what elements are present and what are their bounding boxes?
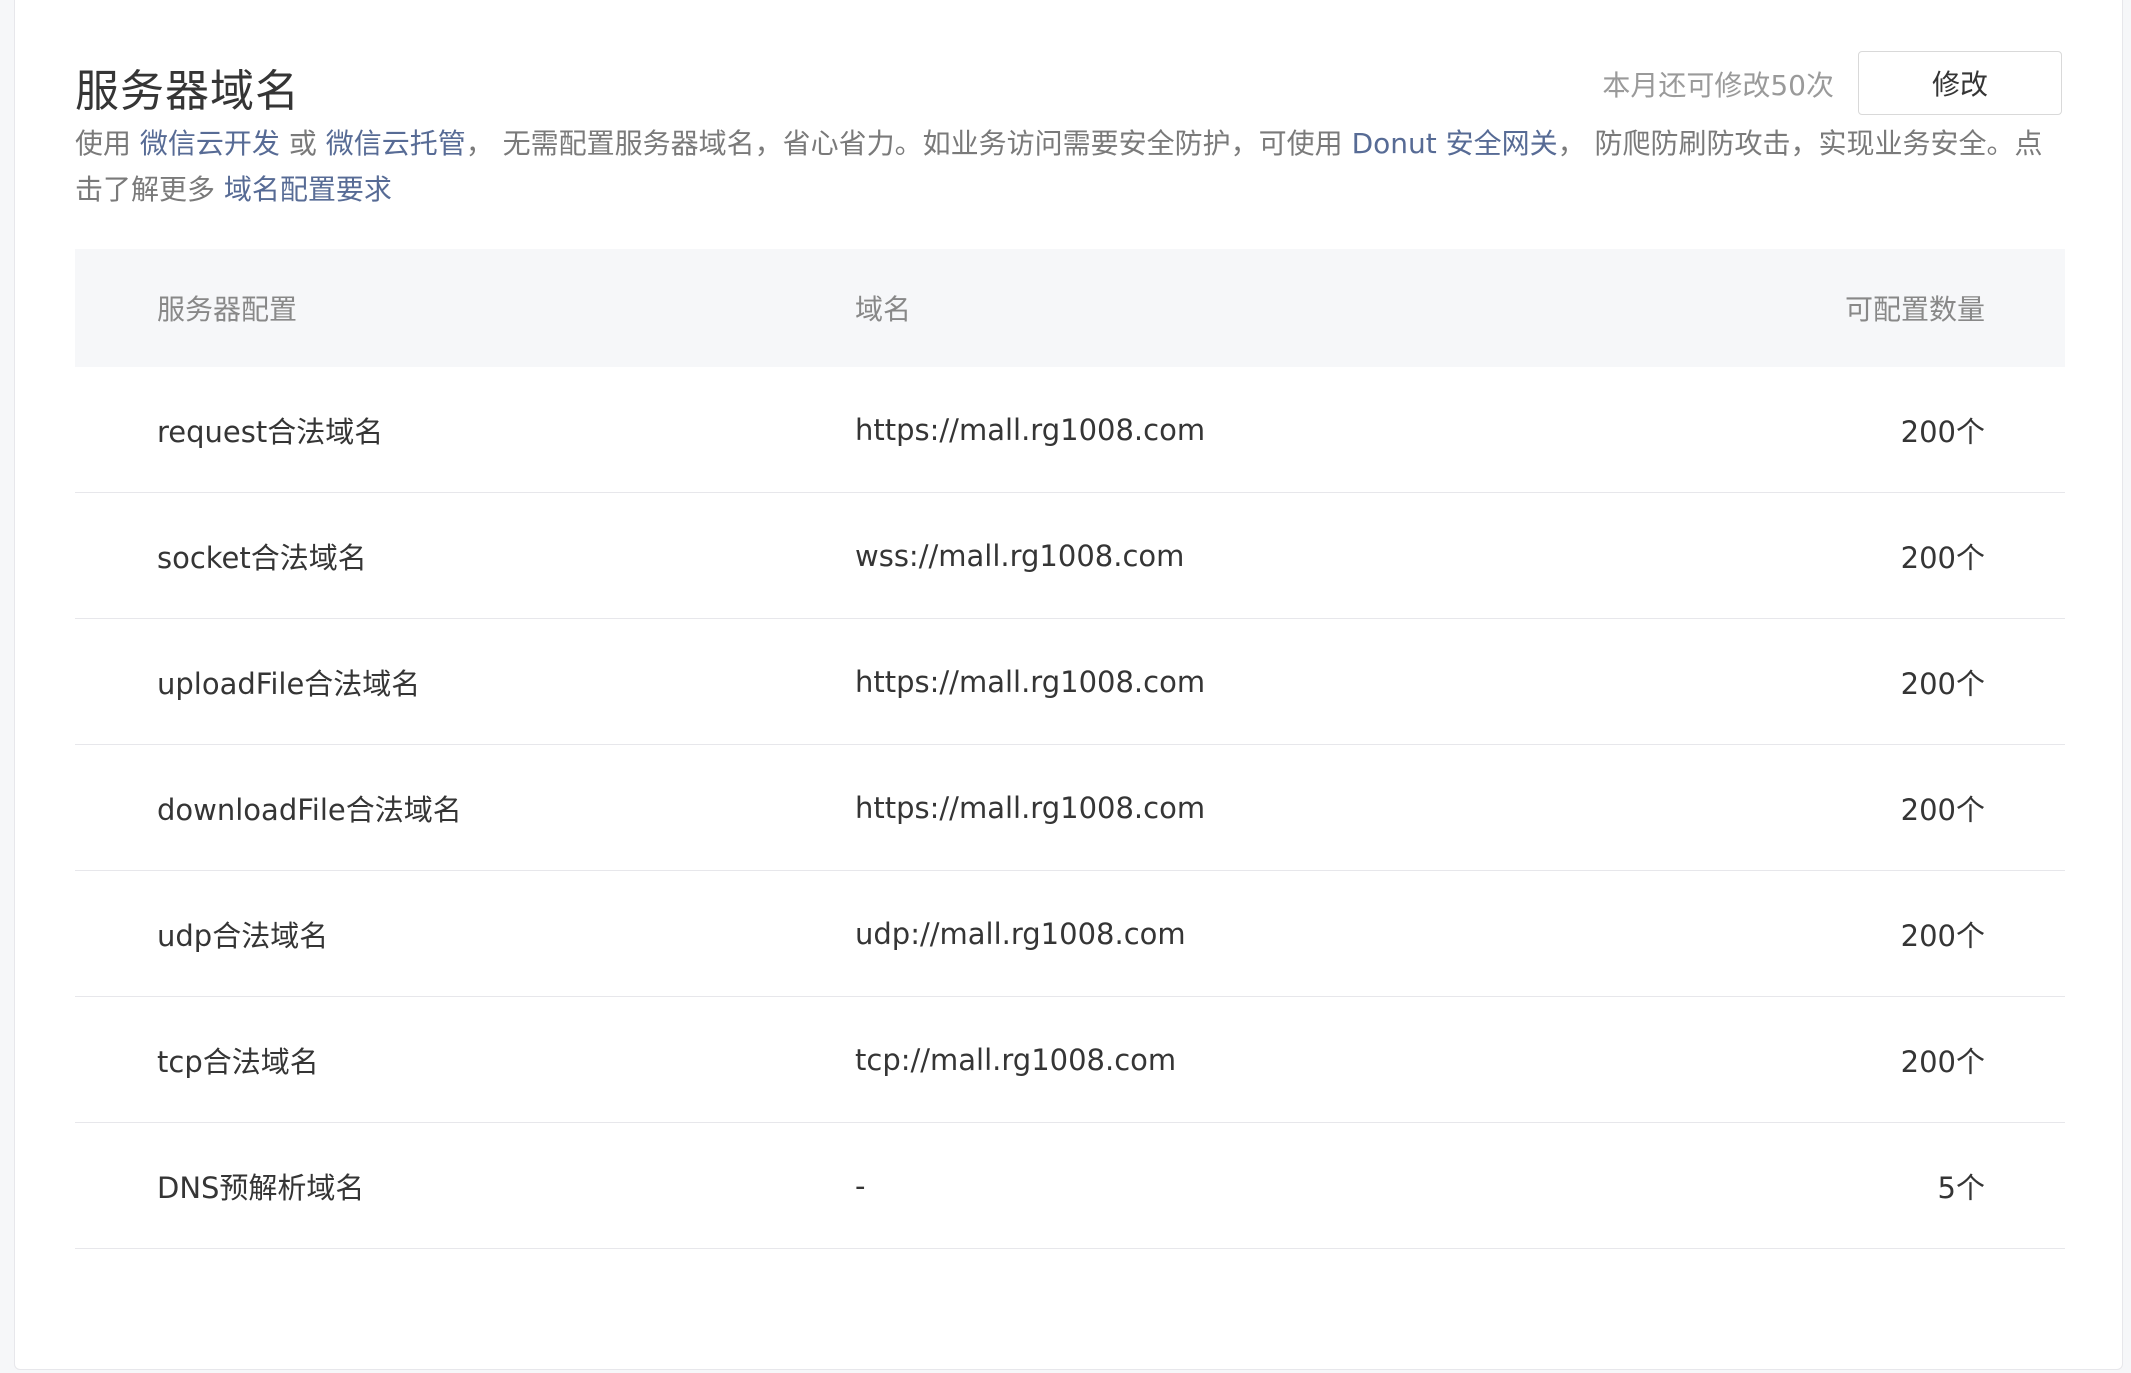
row-config: downloadFile合法域名 <box>157 792 462 827</box>
row-config: DNS预解析域名 <box>157 1170 365 1205</box>
row-domain: https://mall.rg1008.com <box>855 790 1206 825</box>
table-row: tcp合法域名 tcp://mall.rg1008.com 200个 <box>75 997 2065 1123</box>
desc-text-1: 使用 <box>75 127 140 160</box>
row-config: tcp合法域名 <box>157 1044 319 1079</box>
domain-requirements-link[interactable]: 域名配置要求 <box>224 173 392 206</box>
row-domain: udp://mall.rg1008.com <box>855 916 1186 951</box>
cloud-hosting-link[interactable]: 微信云托管 <box>326 127 466 160</box>
row-config: udp合法域名 <box>157 918 329 953</box>
row-count: 200个 <box>1900 792 1985 827</box>
server-domain-card: 服务器域名 本月还可修改50次 修改 使用 微信云开发 或 微信云托管， 无需配… <box>14 0 2123 1370</box>
table-row: socket合法域名 wss://mall.rg1008.com 200个 <box>75 493 2065 619</box>
row-count: 200个 <box>1900 918 1985 953</box>
header-config: 服务器配置 <box>157 293 298 326</box>
table-header: 服务器配置 域名 可配置数量 <box>75 249 2065 367</box>
donut-gateway-link[interactable]: Donut 安全网关 <box>1352 127 1558 160</box>
desc-text-3: ， 无需配置服务器域名，省心省力。如业务访问需要安全防护，可使用 <box>465 127 1352 160</box>
header-count: 可配置数量 <box>1844 293 1985 326</box>
row-count: 200个 <box>1900 540 1985 575</box>
row-count: 200个 <box>1900 666 1985 701</box>
modify-quota-text: 本月还可修改50次 <box>1602 69 1834 102</box>
row-count: 200个 <box>1900 1044 1985 1079</box>
table-row: DNS预解析域名 - 5个 <box>75 1123 2065 1249</box>
row-config: uploadFile合法域名 <box>157 666 421 701</box>
row-domain: - <box>855 1168 866 1203</box>
row-domain: https://mall.rg1008.com <box>855 412 1206 447</box>
row-config: request合法域名 <box>157 414 384 449</box>
page-title: 服务器域名 <box>75 66 300 117</box>
table-row: downloadFile合法域名 https://mall.rg1008.com… <box>75 745 2065 871</box>
domain-table: 服务器配置 域名 可配置数量 request合法域名 https://mall.… <box>75 249 2065 1249</box>
description: 使用 微信云开发 或 微信云托管， 无需配置服务器域名，省心省力。如业务访问需要… <box>75 121 2065 213</box>
row-count: 5个 <box>1937 1170 1985 1205</box>
row-domain: https://mall.rg1008.com <box>855 664 1206 699</box>
row-domain: wss://mall.rg1008.com <box>855 538 1185 573</box>
desc-text-2: 或 <box>279 127 326 160</box>
modify-button[interactable]: 修改 <box>1858 51 2062 115</box>
row-count: 200个 <box>1900 414 1985 449</box>
row-config: socket合法域名 <box>157 540 367 575</box>
table-row: request合法域名 https://mall.rg1008.com 200个 <box>75 367 2065 493</box>
cloud-dev-link[interactable]: 微信云开发 <box>140 127 280 160</box>
header-domain: 域名 <box>855 293 912 326</box>
table-row: udp合法域名 udp://mall.rg1008.com 200个 <box>75 871 2065 997</box>
section-header: 服务器域名 本月还可修改50次 修改 <box>75 51 2062 121</box>
table-row: uploadFile合法域名 https://mall.rg1008.com 2… <box>75 619 2065 745</box>
row-domain: tcp://mall.rg1008.com <box>855 1042 1177 1077</box>
